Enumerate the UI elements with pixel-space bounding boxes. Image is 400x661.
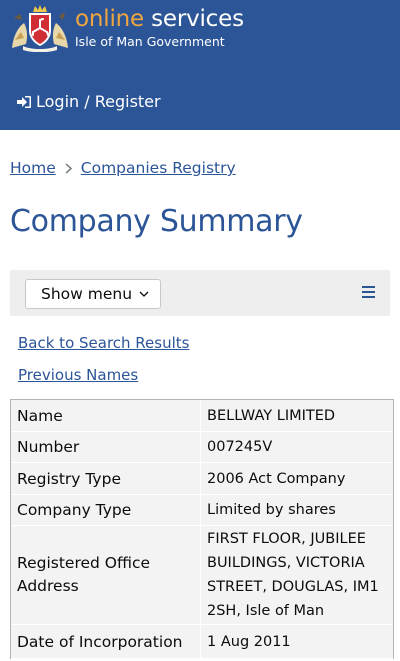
- previous-names-link[interactable]: Previous Names: [18, 365, 138, 385]
- breadcrumb: Home Companies Registry: [10, 157, 236, 179]
- row-label: Registry Type: [17, 469, 121, 488]
- row-value: Limited by shares: [200, 495, 393, 525]
- row-value: 1 Aug 2011: [200, 625, 393, 658]
- row-value: FIRST FLOOR, JUBILEE BUILDINGS, VICTORIA…: [200, 526, 393, 624]
- back-to-search-results-link[interactable]: Back to Search Results: [18, 333, 189, 353]
- row-label: Number: [17, 438, 80, 456]
- show-menu-label: Show menu: [41, 285, 133, 303]
- isle-of-man-crest-logo[interactable]: [9, 4, 71, 52]
- page-title: Company Summary: [10, 204, 303, 239]
- table-row: Name BELLWAY LIMITED: [11, 400, 393, 432]
- site-brand[interactable]: online services Isle of Man Government: [75, 6, 244, 50]
- row-label: Registered Office Address: [17, 554, 151, 595]
- login-register-label: Login / Register: [36, 92, 161, 111]
- row-label: Company Type: [17, 501, 132, 519]
- table-row: Registered Office Address FIRST FLOOR, J…: [11, 526, 393, 625]
- breadcrumb-companies-registry-link[interactable]: Companies Registry: [81, 157, 236, 179]
- row-label: Date of Incorporation: [17, 632, 183, 651]
- menu-bar: Show menu: [10, 270, 390, 316]
- login-register-link[interactable]: Login / Register: [16, 91, 161, 113]
- row-value: 2006 Act Company: [200, 463, 393, 494]
- table-row: Number 007245V: [11, 432, 393, 463]
- table-row: Registry Type 2006 Act Company: [11, 463, 393, 495]
- table-row: Date of Incorporation 1 Aug 2011: [11, 625, 393, 659]
- brand-title: online services: [75, 6, 244, 33]
- row-value: BELLWAY LIMITED: [200, 400, 393, 431]
- chevron-down-icon: [139, 291, 149, 297]
- row-label: Name: [17, 406, 63, 425]
- company-summary-table: Name BELLWAY LIMITED Number 007245V Regi…: [10, 399, 394, 659]
- brand-subtitle: Isle of Man Government: [75, 34, 225, 49]
- brand-title-main: services: [151, 6, 244, 32]
- show-menu-button[interactable]: Show menu: [25, 279, 161, 309]
- site-header: online services Isle of Man Government L…: [0, 0, 400, 130]
- table-row: Company Type Limited by shares: [11, 495, 393, 526]
- breadcrumb-home-link[interactable]: Home: [10, 157, 56, 179]
- hamburger-menu-icon[interactable]: [362, 286, 375, 298]
- brand-title-accent: online: [75, 6, 144, 32]
- chevron-right-icon: [65, 162, 72, 174]
- row-value: 007245V: [200, 432, 393, 462]
- sign-in-icon: [17, 96, 31, 108]
